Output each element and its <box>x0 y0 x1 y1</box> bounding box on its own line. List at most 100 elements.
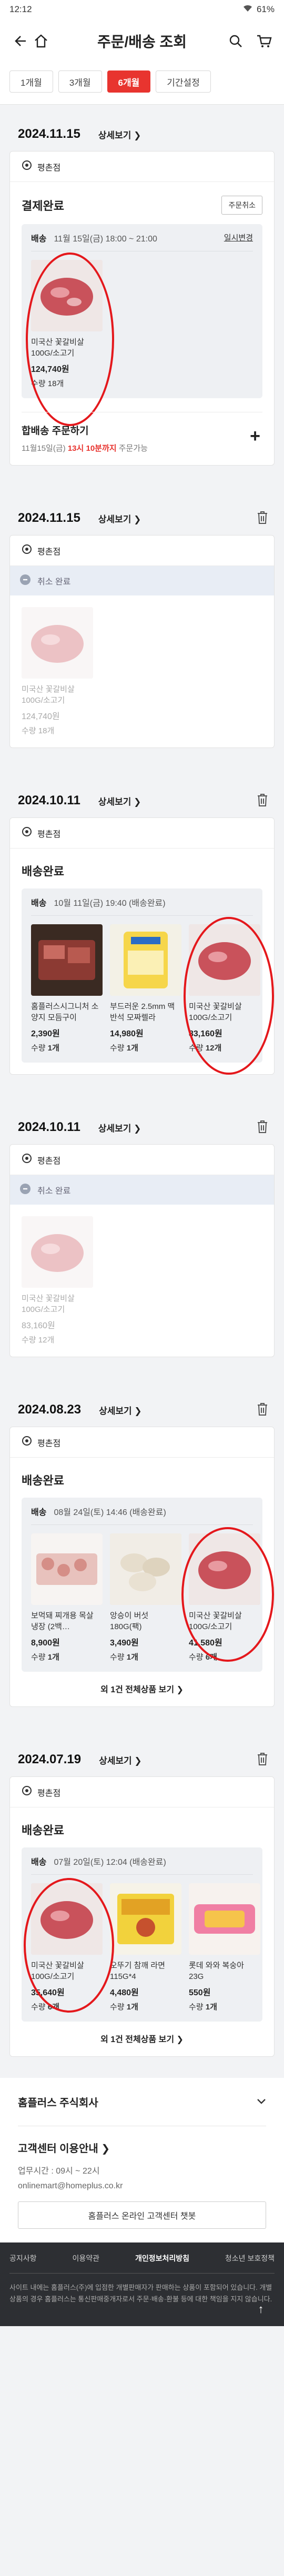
product-price: 83,160원 <box>22 1321 55 1330</box>
trash-icon[interactable] <box>257 1120 268 1136</box>
product-item[interactable]: 오뚜기 참깨 라면 115G*4 4,480원 수량 1개 <box>110 1883 181 2012</box>
product-image-beef <box>31 1883 103 1955</box>
product-item[interactable]: 미국산 꽃갈비살 100G/소고기 83,160원 수량 12개 <box>22 1216 93 1345</box>
search-icon[interactable] <box>225 31 246 52</box>
product-item[interactable]: 미국산 꽃갈비살 100G/소고기 124,740원 수량 18개 <box>31 260 103 389</box>
store-icon <box>22 544 32 557</box>
product-item[interactable]: 보먹돼 찌개용 목살 냉장 (2백… 8,900원 수량 1개 <box>31 1533 103 1662</box>
notice-link[interactable]: 공지사항 <box>9 2253 37 2264</box>
filter-3-months[interactable]: 3개월 <box>58 70 102 93</box>
product-qty: 수량 1개 <box>31 1653 59 1662</box>
detail-link[interactable]: 상세보기 ❯ <box>98 512 141 525</box>
store-row: 평촌점 <box>10 1777 274 1807</box>
store-row: 평촌점 <box>10 1145 274 1175</box>
order-card: 평촌점 취소 완료 미국산 꽃갈비살 100G/소고기 83,160원 수량 1… <box>9 1144 275 1357</box>
detail-link[interactable]: 상세보기 ❯ <box>98 794 141 807</box>
store-icon <box>22 826 32 840</box>
product-image-mushroom <box>110 1533 181 1605</box>
store-name: 평촌점 <box>37 547 61 557</box>
privacy-link[interactable]: 개인정보처리방침 <box>135 2253 189 2264</box>
order-date: 2024.11.15 <box>18 511 80 525</box>
plus-icon[interactable]: + <box>250 426 260 447</box>
product-name: 보먹돼 찌개용 목살 냉장 (2백… <box>31 1611 94 1631</box>
product-qty: 수량 6개 <box>189 1653 217 1662</box>
trash-icon[interactable] <box>257 1752 268 1769</box>
product-item[interactable]: 미국산 꽃갈비살 100G/소고기 35,640원 수량 6개 <box>31 1883 103 2012</box>
order-card: 평촌점 결제완료 주문취소 배송 11월 15일(금) 18:00 ~ 21:0… <box>9 151 275 466</box>
product-price: 124,740원 <box>31 365 69 374</box>
order-group: 2024.08.23 상세보기 ❯ 평촌점 배송완료 배송 08월 24일(토)… <box>0 1395 284 1707</box>
cancelled-icon <box>19 1183 31 1197</box>
legal-note: 사이트 내에는 홈플러스(주)에 입점한 개별판매자가 판매하는 상품이 포함되… <box>9 2284 272 2303</box>
product-image-pork <box>31 1533 103 1605</box>
product-qty: 수량 12개 <box>189 1044 222 1053</box>
cancel-order-button[interactable]: 주문취소 <box>221 196 262 215</box>
product-name: 미국산 꽃갈비살 100G/소고기 <box>31 338 84 358</box>
product-item[interactable]: 롯데 와와 복숭아 23G 550원 수량 1개 <box>189 1883 260 2012</box>
detail-link[interactable]: 상세보기 ❯ <box>99 1753 142 1766</box>
filter-6-months[interactable]: 6개월 <box>107 70 151 93</box>
chevron-down-icon[interactable] <box>257 2096 266 2108</box>
order-date: 2024.10.11 <box>18 793 80 807</box>
delivery-box: 배송 08월 24일(토) 14:46 (배송완료) 보먹돼 찌개용 목살 냉장… <box>22 1498 274 1672</box>
order-card: 평촌점 배송완료 배송 10월 11일(금) 19:40 (배송완료) 홈플러스… <box>9 817 275 1075</box>
store-row: 평촌점 <box>10 536 274 566</box>
back-arrow-icon[interactable] <box>9 31 31 52</box>
product-name: 미국산 꽃갈비살 100G/소고기 <box>189 1002 242 1022</box>
filter-custom-period[interactable]: 기간설정 <box>156 70 211 93</box>
detail-link[interactable]: 상세보기 ❯ <box>98 1121 141 1134</box>
order-group: 2024.11.15 상세보기 ❯ 평촌점 결제완료 주문취소 배송 11월 1… <box>0 119 284 466</box>
change-schedule-link[interactable]: 일시변경 <box>224 232 253 243</box>
product-name: 롯데 와와 복숭아 23G <box>189 1961 244 1981</box>
order-status: 배송완료 <box>22 1824 64 1837</box>
combine-deadline: 11월15일(금) 13시 10분까지 주문가능 <box>22 444 148 453</box>
product-qty: 수량 1개 <box>110 2003 138 2012</box>
product-price: 8,900원 <box>31 1639 60 1648</box>
product-item[interactable]: 부드러운 2.5mm 맥반석 모짜렐라 14,980원 수량 1개 <box>110 924 181 1053</box>
trash-icon[interactable] <box>257 1402 268 1419</box>
chatbot-button[interactable]: 홈플러스 온라인 고객센터 챗봇 <box>18 2201 266 2229</box>
view-all-products-link[interactable]: 외 1건 전체상품 보기 ❯ <box>22 1672 262 1695</box>
terms-link[interactable]: 이용약관 <box>72 2253 99 2264</box>
product-name: 오뚜기 참깨 라면 115G*4 <box>110 1961 165 1981</box>
product-qty: 수량 1개 <box>110 1653 138 1662</box>
trash-icon[interactable] <box>257 511 268 527</box>
combine-delivery[interactable]: 합배송 주문하기 11월15일(금) 13시 10분까지 주문가능 + <box>22 412 262 453</box>
product-qty: 수량 1개 <box>110 1044 138 1053</box>
product-item[interactable]: 홈플러스시그니처 소양지 모듬구이 2,390원 수량 1개 <box>31 924 103 1053</box>
product-qty: 수량 18개 <box>22 726 55 735</box>
product-item[interactable]: 미국산 꽃갈비살 100G/소고기 83,160원 수량 12개 <box>189 924 260 1053</box>
cart-icon[interactable] <box>253 31 275 52</box>
delivery-time: 11월 15일(금) 18:00 ~ 21:00 <box>54 234 157 244</box>
cancelled-icon <box>19 574 31 588</box>
store-name: 평촌점 <box>37 1789 61 1798</box>
home-icon[interactable] <box>31 31 52 52</box>
footer: 홈플러스 주식회사 고객센터 이용안내 ❯ 업무시간 : 09시 ~ 22시 o… <box>0 2078 284 2242</box>
delivery-time: 07월 20일(토) 12:04 (배송완료) <box>54 1857 166 1867</box>
scroll-top-icon[interactable]: ↑ <box>250 2299 271 2320</box>
product-item[interactable]: 앙승이 버섯 180G(팩) 3,490원 수량 1개 <box>110 1533 181 1662</box>
trash-icon[interactable] <box>257 793 268 810</box>
product-price: 35,640원 <box>31 1988 65 1997</box>
store-name: 평촌점 <box>37 830 61 839</box>
product-name: 미국산 꽃갈비살 100G/소고기 <box>22 685 75 705</box>
filter-1-month[interactable]: 1개월 <box>9 70 53 93</box>
youth-policy-link[interactable]: 청소년 보호정책 <box>225 2253 275 2264</box>
product-item[interactable]: 미국산 꽃갈비살 100G/소고기 41,580원 수량 6개 <box>189 1533 260 1662</box>
product-image-ramen <box>110 1883 181 1955</box>
cs-title[interactable]: 고객센터 이용안내 ❯ <box>18 2140 266 2155</box>
delivery-label: 배송 <box>31 1857 47 1867</box>
view-all-products-link[interactable]: 외 1건 전체상품 보기 ❯ <box>22 2022 262 2045</box>
product-item[interactable]: 미국산 꽃갈비살 100G/소고기 124,740원 수량 18개 <box>22 607 93 736</box>
battery-text: 61% <box>256 4 275 14</box>
store-row: 평촌점 <box>10 151 274 182</box>
store-name: 평촌점 <box>37 163 61 173</box>
product-price: 83,160원 <box>189 1029 222 1038</box>
detail-link[interactable]: 상세보기 ❯ <box>99 1403 142 1417</box>
detail-link[interactable]: 상세보기 ❯ <box>98 128 141 141</box>
order-date: 2024.08.23 <box>18 1402 82 1417</box>
product-price: 4,480원 <box>110 1988 139 1997</box>
product-price: 41,580원 <box>189 1639 222 1648</box>
store-icon <box>22 1153 32 1166</box>
period-filter: 1개월 3개월 6개월 기간설정 <box>0 63 284 105</box>
